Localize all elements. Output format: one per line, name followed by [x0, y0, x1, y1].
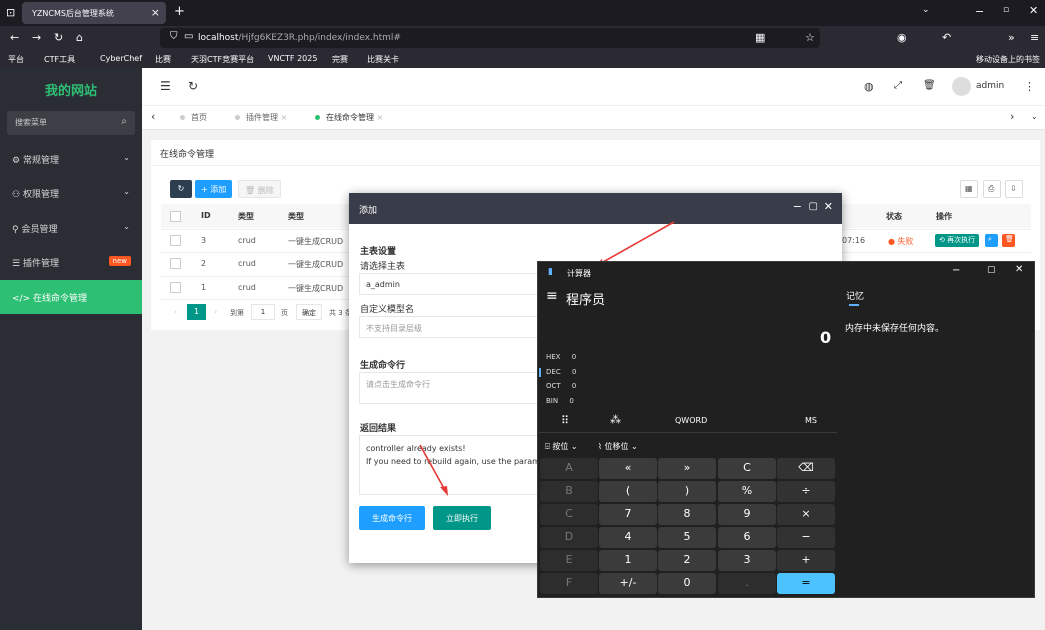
bitshift-dropdown[interactable]: ⌇ 位移位 ⌄: [598, 441, 638, 452]
calc-key[interactable]: 7: [599, 504, 657, 525]
hamburger-icon[interactable]: ≡: [546, 288, 558, 304]
calc-key: D: [540, 527, 598, 548]
memory-empty-text: 内存中未保存任何内容。: [845, 324, 945, 334]
calc-key[interactable]: C: [718, 458, 776, 479]
radix-value: 0: [571, 353, 577, 361]
radix-hex[interactable]: HEX 0: [546, 353, 576, 361]
bit-toggle-icon[interactable]: ⁂: [610, 413, 621, 426]
calc-key[interactable]: 4: [599, 527, 657, 548]
calc-key: A: [540, 458, 598, 479]
word-size-button[interactable]: QWORD: [675, 416, 707, 425]
calc-key[interactable]: +/-: [599, 573, 657, 594]
calc-key: .: [718, 573, 776, 594]
calc-key[interactable]: −: [777, 527, 835, 548]
calc-key[interactable]: ×: [777, 504, 835, 525]
arrow-head: [440, 486, 448, 496]
calculator-app-icon: ▮: [548, 267, 553, 277]
radix-value: 0: [569, 397, 574, 405]
radix-name: OCT: [546, 382, 561, 390]
memory-tab[interactable]: 记忆: [846, 289, 864, 302]
bitwise-label: 按位: [552, 442, 569, 451]
calc-close-icon[interactable]: ✕: [1015, 264, 1023, 275]
radix-name: DEC: [546, 368, 561, 376]
radix-dec[interactable]: DEC 0: [546, 368, 576, 376]
arrow-line: [419, 444, 447, 493]
memory-tab-indicator: [849, 304, 859, 306]
calc-key: E: [540, 550, 598, 571]
calc-key[interactable]: ÷: [777, 481, 835, 502]
calc-key[interactable]: =: [777, 573, 835, 594]
radix-name: HEX: [546, 353, 561, 361]
calc-key[interactable]: 8: [658, 504, 716, 525]
calc-key[interactable]: (: [599, 481, 657, 502]
radix-oct[interactable]: OCT 0: [546, 382, 576, 390]
calc-key[interactable]: %: [718, 481, 776, 502]
calc-key[interactable]: 5: [658, 527, 716, 548]
calc-minimize-icon[interactable]: −: [952, 265, 960, 276]
calc-key[interactable]: 0: [658, 573, 716, 594]
calc-key[interactable]: ⌫: [777, 458, 835, 479]
bitwise-dropdown[interactable]: ⌹ 按位 ⌄: [545, 441, 578, 452]
calc-key[interactable]: 3: [718, 550, 776, 571]
bitshift-label: 位移位: [604, 442, 629, 451]
calc-key[interactable]: »: [658, 458, 716, 479]
radix-name: BIN: [546, 397, 559, 405]
divider: [539, 432, 837, 433]
calculator-mode: 程序员: [566, 293, 606, 308]
radix-value: 0: [571, 368, 577, 376]
memory-store-button[interactable]: MS: [805, 416, 817, 425]
keypad-icon[interactable]: ⠿: [561, 414, 569, 427]
calc-key[interactable]: +: [777, 550, 835, 571]
calc-maximize-icon[interactable]: ▢: [987, 265, 996, 275]
calc-key[interactable]: 1: [599, 550, 657, 571]
calculator-title: 计算器: [567, 269, 591, 278]
radix-value: 0: [571, 382, 577, 390]
calc-key[interactable]: 9: [718, 504, 776, 525]
calc-key[interactable]: 6: [718, 527, 776, 548]
radix-indicator: [539, 368, 541, 377]
calculator-display: 0: [820, 328, 832, 347]
calc-key[interactable]: 2: [658, 550, 716, 571]
calc-key: C: [540, 504, 598, 525]
calc-key: B: [540, 481, 598, 502]
calc-key: F: [540, 573, 598, 594]
radix-bin[interactable]: BIN 0: [546, 397, 574, 405]
arrow-line: [595, 221, 675, 267]
calc-key[interactable]: «: [599, 458, 657, 479]
calc-key[interactable]: ): [658, 481, 716, 502]
